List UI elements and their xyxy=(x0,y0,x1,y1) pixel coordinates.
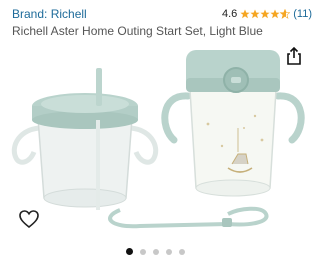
carousel-dot[interactable] xyxy=(153,248,159,255)
training-cup-illustration xyxy=(161,50,305,197)
brand-link[interactable]: Brand: Richell xyxy=(12,7,87,21)
star-rating xyxy=(240,9,291,19)
carousel-dot[interactable] xyxy=(179,248,185,255)
rating-value: 4.6 xyxy=(221,8,238,20)
star-icon xyxy=(270,9,280,19)
review-count[interactable]: (11) xyxy=(293,8,312,20)
carousel-dot[interactable] xyxy=(140,248,146,255)
star-icon xyxy=(240,9,250,19)
share-icon[interactable] xyxy=(284,46,304,66)
brand-rating-row: Brand: Richell 4.6 (11) xyxy=(12,6,312,22)
carousel-dot[interactable] xyxy=(126,248,133,255)
star-icon xyxy=(260,9,270,19)
carousel-indicator xyxy=(126,248,185,255)
product-image[interactable] xyxy=(0,28,320,244)
rating-summary[interactable]: 4.6 (11) xyxy=(222,8,312,20)
star-icon xyxy=(250,9,260,19)
star-half-icon xyxy=(280,9,291,19)
carousel-dot[interactable] xyxy=(166,248,172,255)
straw-cup-illustration xyxy=(11,68,159,210)
heart-outline-icon[interactable] xyxy=(18,208,40,230)
cup-strap-illustration xyxy=(108,206,269,229)
